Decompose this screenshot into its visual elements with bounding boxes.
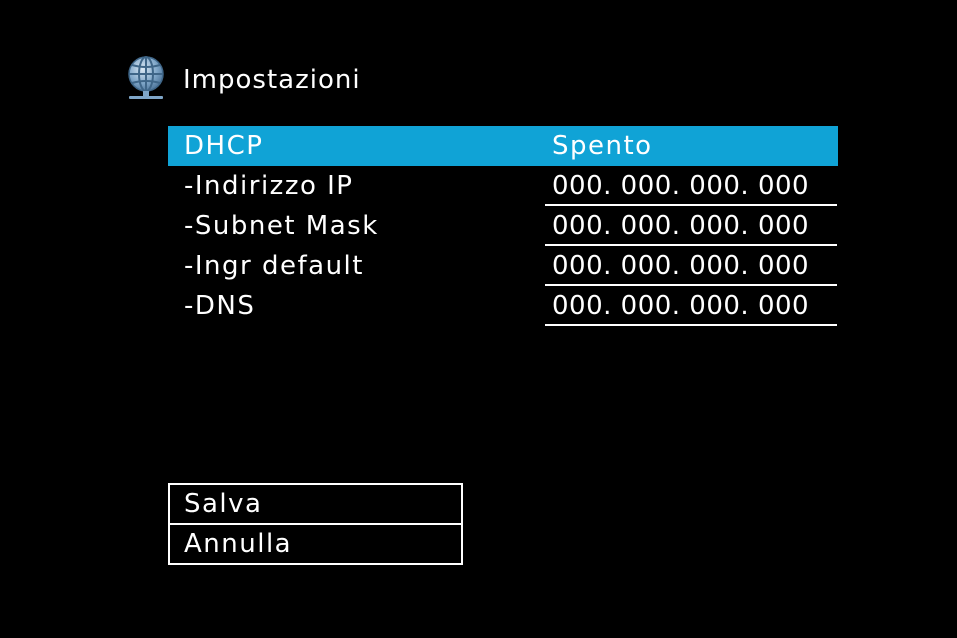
dns-field[interactable]: 000. 000. 000. 000 [545,286,837,326]
page-title: Impostazioni [183,65,361,95]
ip-address-row: -Indirizzo IP 000. 000. 000. 000 [168,166,838,206]
dns-label: -DNS [184,291,256,321]
action-buttons: Salva Annulla [168,483,463,565]
ip-address-field[interactable]: 000. 000. 000. 000 [545,166,837,206]
dhcp-row[interactable]: DHCP Spento [168,126,838,166]
header [126,54,166,102]
dhcp-label: DHCP [184,131,264,161]
default-gateway-field[interactable]: 000. 000. 000. 000 [545,246,837,286]
subnet-mask-field[interactable]: 000. 000. 000. 000 [545,206,837,246]
ip-address-label: -Indirizzo IP [184,171,354,201]
subnet-mask-row: -Subnet Mask 000. 000. 000. 000 [168,206,838,246]
ip-address-value: 000. 000. 000. 000 [552,171,810,201]
default-gateway-value: 000. 000. 000. 000 [552,251,810,281]
cancel-button[interactable]: Annulla [168,525,463,565]
cancel-button-label: Annulla [184,529,293,559]
dns-row: -DNS 000. 000. 000. 000 [168,286,838,326]
network-settings-list: DHCP Spento -Indirizzo IP 000. 000. 000.… [168,126,838,326]
default-gateway-label: -Ingr default [184,251,364,281]
default-gateway-row: -Ingr default 000. 000. 000. 000 [168,246,838,286]
dhcp-value: Spento [552,131,653,161]
dns-value: 000. 000. 000. 000 [552,291,810,321]
save-button-label: Salva [184,489,263,519]
subnet-mask-label: -Subnet Mask [184,211,379,241]
globe-network-icon [126,54,166,102]
subnet-mask-value: 000. 000. 000. 000 [552,211,810,241]
save-button[interactable]: Salva [168,483,463,525]
